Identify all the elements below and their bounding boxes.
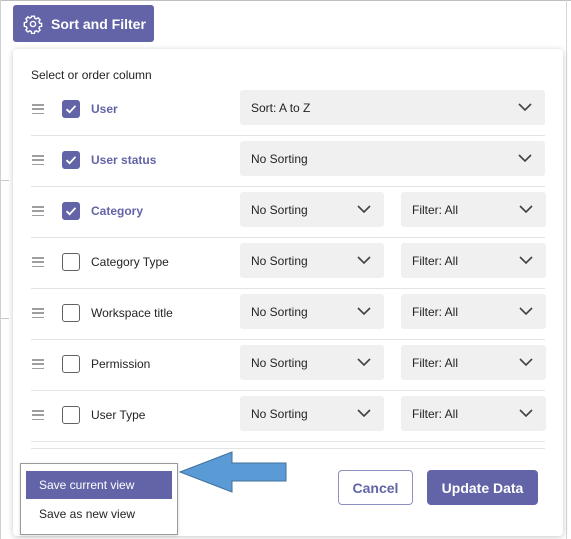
chevron-down-icon bbox=[357, 205, 371, 214]
chevron-down-icon bbox=[519, 256, 533, 265]
column-row: Workspace title No Sorting Filter: All bbox=[31, 289, 546, 340]
chevron-down-icon bbox=[357, 307, 371, 316]
sort-and-filter-button[interactable]: Sort and Filter bbox=[13, 5, 154, 42]
chevron-down-icon bbox=[519, 409, 533, 418]
sort-dropdown-value: No Sorting bbox=[251, 202, 308, 217]
chevron-down-icon bbox=[519, 358, 533, 367]
checkmark-icon bbox=[65, 207, 77, 216]
update-data-button[interactable]: Update Data bbox=[427, 470, 538, 505]
chevron-down-icon bbox=[357, 409, 371, 418]
chevron-down-icon bbox=[518, 154, 532, 163]
column-name: Category bbox=[91, 204, 144, 218]
column-row: User status No Sorting bbox=[31, 136, 545, 187]
drag-handle-icon[interactable] bbox=[32, 359, 44, 369]
column-name: User Type bbox=[91, 408, 146, 422]
sort-dropdown-value: No Sorting bbox=[251, 355, 308, 370]
filter-dropdown-value: Filter: All bbox=[412, 355, 459, 370]
column-row: Category Type No Sorting Filter: All bbox=[31, 238, 546, 289]
drag-handle-icon[interactable] bbox=[32, 155, 44, 165]
filter-dropdown[interactable]: Filter: All bbox=[401, 345, 546, 380]
sort-and-filter-label: Sort and Filter bbox=[51, 15, 146, 32]
save-as-new-view-item[interactable]: Save as new view bbox=[26, 500, 172, 528]
checkmark-icon bbox=[65, 105, 77, 114]
sort-dropdown-value: No Sorting bbox=[251, 253, 308, 268]
sort-dropdown-value: No Sorting bbox=[251, 304, 308, 319]
chevron-down-icon bbox=[357, 358, 371, 367]
column-row: Permission No Sorting Filter: All bbox=[31, 340, 546, 391]
save-view-menu: Save current view Save as new view bbox=[20, 463, 178, 535]
sort-dropdown-value: No Sorting bbox=[251, 406, 308, 421]
column-name: User bbox=[91, 102, 118, 116]
drag-handle-icon[interactable] bbox=[32, 257, 44, 267]
filter-dropdown[interactable]: Filter: All bbox=[401, 243, 546, 278]
save-current-view-item[interactable]: Save current view bbox=[26, 471, 172, 499]
filter-dropdown-value: Filter: All bbox=[412, 253, 459, 268]
panel-title: Select or order column bbox=[31, 68, 152, 82]
cancel-button[interactable]: Cancel bbox=[338, 470, 413, 505]
panel-divider bbox=[31, 448, 545, 449]
checkmark-icon bbox=[65, 156, 77, 165]
sort-dropdown-value: Sort: A to Z bbox=[251, 100, 311, 115]
sort-dropdown[interactable]: No Sorting bbox=[240, 192, 384, 227]
column-checkbox[interactable] bbox=[62, 304, 80, 322]
column-checkbox[interactable] bbox=[62, 151, 80, 169]
sort-dropdown[interactable]: No Sorting bbox=[240, 396, 384, 431]
sort-dropdown-value: No Sorting bbox=[251, 151, 308, 166]
background-gridline bbox=[1, 318, 9, 319]
filter-dropdown-value: Filter: All bbox=[412, 406, 459, 421]
background-gridline bbox=[1, 180, 9, 181]
frame-top-border bbox=[0, 0, 571, 1]
column-checkbox[interactable] bbox=[62, 253, 80, 271]
drag-handle-icon[interactable] bbox=[32, 206, 44, 216]
chevron-down-icon bbox=[519, 205, 533, 214]
sort-dropdown[interactable]: No Sorting bbox=[240, 141, 545, 176]
column-row: User Sort: A to Z bbox=[31, 85, 545, 136]
column-name: Workspace title bbox=[91, 306, 173, 320]
column-name: Category Type bbox=[91, 255, 169, 269]
column-checkbox[interactable] bbox=[62, 355, 80, 373]
sort-dropdown[interactable]: No Sorting bbox=[240, 345, 384, 380]
filter-dropdown[interactable]: Filter: All bbox=[401, 396, 546, 431]
chevron-down-icon bbox=[357, 256, 371, 265]
drag-handle-icon[interactable] bbox=[32, 410, 44, 420]
drag-handle-icon[interactable] bbox=[32, 308, 44, 318]
column-row: Category No Sorting Filter: All bbox=[31, 187, 546, 238]
column-name: User status bbox=[91, 153, 157, 167]
filter-dropdown-value: Filter: All bbox=[412, 202, 459, 217]
chevron-down-icon bbox=[518, 103, 532, 112]
column-checkbox[interactable] bbox=[62, 406, 80, 424]
sort-dropdown[interactable]: Sort: A to Z bbox=[240, 90, 545, 125]
filter-dropdown[interactable]: Filter: All bbox=[401, 294, 546, 329]
gear-icon bbox=[23, 15, 43, 34]
sort-dropdown[interactable]: No Sorting bbox=[240, 243, 384, 278]
chevron-down-icon bbox=[519, 307, 533, 316]
filter-dropdown-value: Filter: All bbox=[412, 304, 459, 319]
column-checkbox[interactable] bbox=[62, 202, 80, 220]
frame-right-border bbox=[566, 0, 567, 539]
column-checkbox[interactable] bbox=[62, 100, 80, 118]
drag-handle-icon[interactable] bbox=[32, 104, 44, 114]
column-row: User Type No Sorting Filter: All bbox=[31, 391, 546, 442]
sort-dropdown[interactable]: No Sorting bbox=[240, 294, 384, 329]
column-name: Permission bbox=[91, 357, 151, 371]
frame-left-border bbox=[0, 0, 1, 539]
filter-dropdown[interactable]: Filter: All bbox=[401, 192, 546, 227]
arrow-left-icon bbox=[178, 451, 287, 493]
